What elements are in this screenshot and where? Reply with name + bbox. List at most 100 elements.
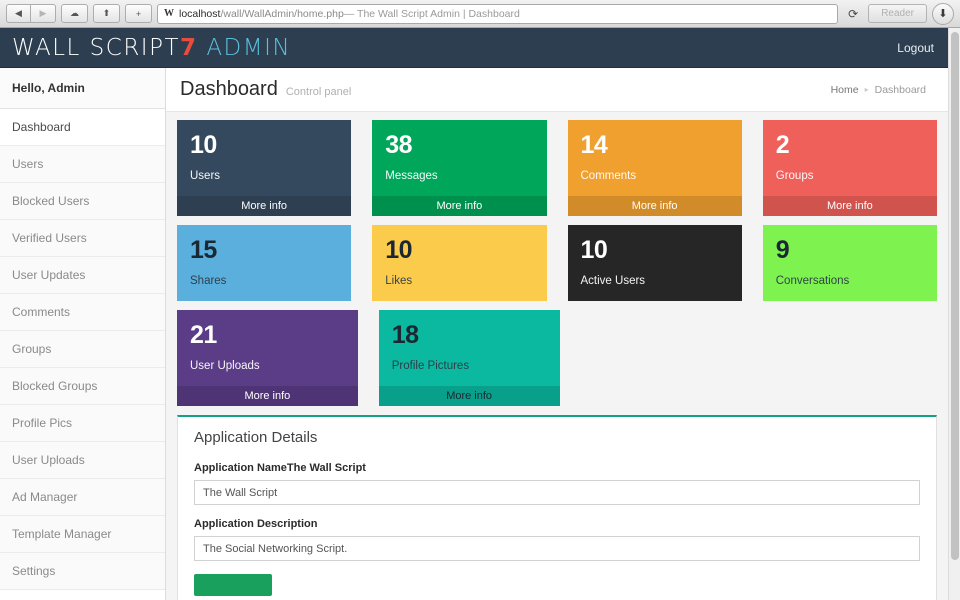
sidebar: Hello, Admin Dashboard Users Blocked Users…	[0, 68, 166, 600]
stat-tile-likes[interactable]: 10 Likes	[372, 225, 547, 301]
address-bar[interactable]: W localhost /wall/WallAdmin/home.php — T…	[157, 3, 839, 24]
app-header: WALL SCRIPT7 ADMIN Logout	[0, 28, 948, 68]
stat-value: 9	[775, 236, 790, 264]
main-content: Dashboard Control panel Home ▸ Dashboard…	[166, 68, 948, 600]
stat-tile-profile-pictures[interactable]: 18 Profile Pictures More info	[378, 310, 560, 406]
page-title: Dashboard	[180, 78, 278, 100]
sidebar-item-label: Groups	[12, 342, 52, 356]
stat-tile-messages[interactable]: 38 Messages More info	[372, 120, 547, 216]
stat-value: 14	[580, 131, 608, 159]
sidebar-item-label: Verified Users	[12, 231, 87, 245]
more-info-link[interactable]: More info	[567, 196, 742, 216]
admin-app: WALL SCRIPT7 ADMIN Logout Hello, Admin D…	[0, 28, 948, 600]
downloads-icon[interactable]: ⬇	[932, 2, 954, 25]
share-icon[interactable]: ⬆	[93, 4, 120, 23]
logout-button[interactable]: Logout	[897, 41, 934, 55]
page-subtitle: Control panel	[285, 86, 352, 98]
stat-value: 38	[385, 131, 413, 159]
stat-tile-shares[interactable]: 15 Shares	[177, 225, 352, 301]
sidebar-item-blocked-groups[interactable]: Blocked Groups	[0, 368, 165, 405]
logo-version-number: 7	[180, 34, 198, 61]
reader-button[interactable]: Reader	[868, 4, 927, 23]
more-info-link[interactable]: More info	[762, 196, 937, 216]
sidebar-item-dashboard[interactable]: Dashboard	[0, 109, 165, 146]
stat-label: User Uploads	[190, 359, 260, 372]
sidebar-item-label: Comments	[12, 305, 71, 319]
sidebar-item-users[interactable]: Users	[0, 146, 165, 183]
stat-tile-user-uploads[interactable]: 21 User Uploads More info	[177, 310, 358, 406]
stat-value: 18	[391, 321, 419, 349]
stat-value: 10	[385, 236, 413, 264]
tile-row: 15 Shares 10 Likes 10 Active Users 9 Conversati…	[174, 225, 940, 301]
stat-value: 21	[190, 321, 217, 349]
application-details-panel: Application Details Application NameThe …	[177, 415, 937, 600]
browser-toolbar: ◀ ▶ ☁ ⬆ + W localhost /wall/WallAdmin/ho…	[0, 0, 960, 28]
sidebar-item-template-manager[interactable]: Template Manager	[0, 516, 165, 553]
save-button[interactable]	[194, 574, 272, 596]
sidebar-item-label: User Updates	[12, 268, 86, 282]
stat-tiles: 10 Users More info 38 Messages More info 14 Com…	[166, 112, 948, 406]
stat-value: 2	[775, 131, 790, 159]
logo-text-wall-script: WALL SCRIPT	[12, 34, 180, 61]
page-scrollbar[interactable]	[948, 28, 960, 600]
breadcrumb-home[interactable]: Home	[831, 84, 859, 96]
sidebar-item-label: Blocked Groups	[12, 379, 98, 393]
greeting-label: Hello, Admin	[0, 68, 165, 109]
url-path: /wall/WallAdmin/home.php	[220, 7, 344, 20]
more-info-link[interactable]: More info	[177, 386, 358, 406]
sidebar-item-comments[interactable]: Comments	[0, 294, 165, 331]
scrollbar-thumb[interactable]	[951, 32, 959, 560]
new-tab-icon[interactable]: +	[125, 4, 152, 23]
more-info-link[interactable]: More info	[378, 386, 560, 406]
sidebar-item-profile-pics[interactable]: Profile Pics	[0, 405, 165, 442]
tile-row: 21 User Uploads More info 18 Profile Picture…	[174, 310, 940, 406]
more-info-link[interactable]: More info	[177, 196, 352, 216]
stat-label: Active Users	[580, 274, 646, 287]
chevron-right-icon: ▸	[864, 85, 869, 94]
sidebar-item-groups[interactable]: Groups	[0, 331, 165, 368]
tile-spacer	[769, 310, 937, 406]
stat-tile-comments[interactable]: 14 Comments More info	[567, 120, 742, 216]
page-title-text: — The Wall Script Admin | Dashboard	[343, 7, 520, 20]
sidebar-item-blocked-users[interactable]: Blocked Users	[0, 183, 165, 220]
stat-label: Users	[190, 169, 221, 182]
reload-icon[interactable]: ⟳	[843, 7, 863, 21]
sidebar-item-user-uploads[interactable]: User Uploads	[0, 442, 165, 479]
stat-label: Likes	[385, 274, 413, 287]
application-description-label: Application Description	[194, 518, 318, 530]
sidebar-nav: Dashboard Users Blocked Users Verified User…	[0, 109, 165, 590]
app-body: Hello, Admin Dashboard Users Blocked Users…	[0, 68, 948, 600]
more-info-link[interactable]: More info	[372, 196, 547, 216]
stat-label: Groups	[775, 169, 814, 182]
sidebar-item-label: User Uploads	[12, 453, 85, 467]
sidebar-item-label: Dashboard	[12, 120, 71, 134]
sidebar-item-settings[interactable]: Settings	[0, 553, 165, 590]
tile-spacer	[581, 310, 749, 406]
sidebar-item-label: Profile Pics	[12, 416, 73, 430]
back-icon[interactable]: ◀	[6, 4, 31, 23]
forward-icon[interactable]: ▶	[31, 4, 56, 23]
application-name-input[interactable]	[194, 480, 920, 505]
sidebar-item-label: Settings	[12, 564, 56, 578]
sidebar-item-label: Ad Manager	[12, 490, 78, 504]
stat-tile-groups[interactable]: 2 Groups More info	[762, 120, 937, 216]
site-favicon: W	[164, 8, 174, 19]
cloud-icon[interactable]: ☁	[61, 4, 88, 23]
sidebar-item-user-updates[interactable]: User Updates	[0, 257, 165, 294]
panel-title: Application Details	[194, 429, 318, 446]
application-description-input[interactable]	[194, 536, 920, 561]
stat-tile-users[interactable]: 10 Users More info	[177, 120, 352, 216]
tile-row: 10 Users More info 38 Messages More info 14 Com…	[174, 120, 940, 216]
page-header: Dashboard Control panel Home ▸ Dashboard	[166, 68, 948, 112]
nav-button-group: ◀ ▶	[6, 4, 56, 23]
brand-logo[interactable]: WALL SCRIPT7 ADMIN	[12, 35, 291, 61]
breadcrumb: Home ▸ Dashboard	[831, 84, 926, 96]
stat-tile-conversations[interactable]: 9 Conversations	[762, 225, 937, 301]
sidebar-item-label: Blocked Users	[12, 194, 90, 208]
sidebar-item-ad-manager[interactable]: Ad Manager	[0, 479, 165, 516]
logo-text-admin: ADMIN	[206, 34, 292, 61]
application-name-label: Application NameThe Wall Script	[194, 462, 366, 474]
sidebar-item-verified-users[interactable]: Verified Users	[0, 220, 165, 257]
stat-tile-active-users[interactable]: 10 Active Users	[567, 225, 742, 301]
stat-label: Shares	[190, 274, 227, 287]
